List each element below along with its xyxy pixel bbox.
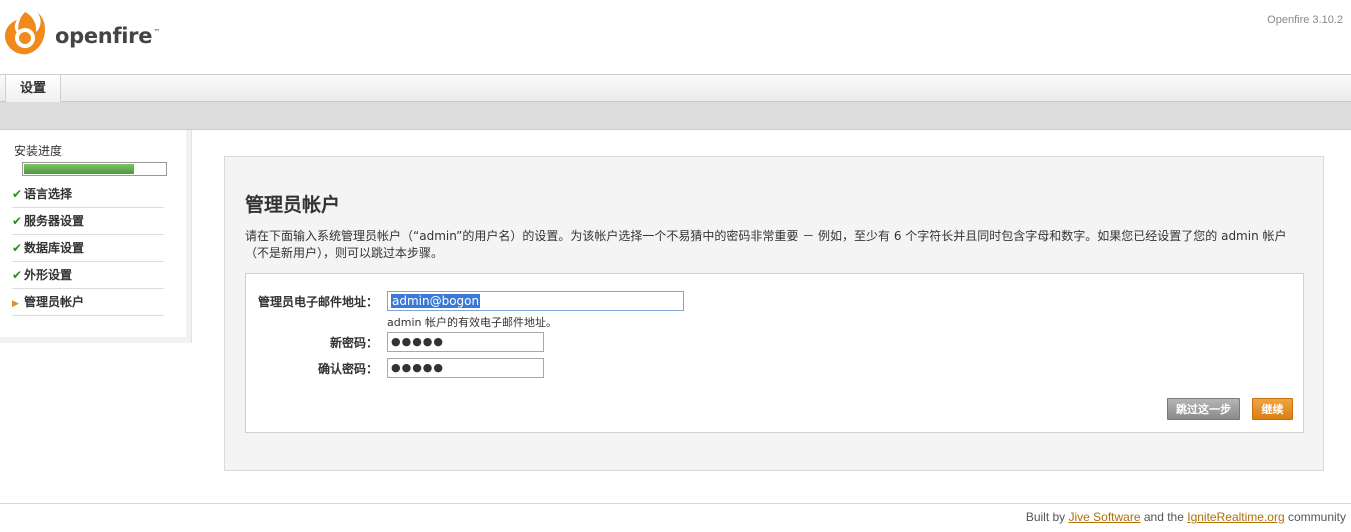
tab-settings[interactable]: 设置 [5, 75, 61, 102]
install-progress-fill [24, 164, 134, 174]
footer: Built by Jive Software and the IgniteRea… [1026, 510, 1346, 524]
subnav-band [0, 102, 1351, 130]
version-label: Openfire 3.10.2 [1267, 14, 1343, 26]
brand-name: openfire™ [55, 24, 160, 48]
new-password-label: 新密码： [329, 336, 378, 350]
step-database[interactable]: ✔ 数据库设置 [12, 235, 164, 262]
footer-middle: and the [1140, 510, 1188, 524]
continue-button[interactable]: 继续 [1252, 398, 1293, 420]
header: openfire™ Openfire 3.10.2 [0, 0, 1351, 74]
current-step-arrow-icon: ▶ [12, 299, 19, 309]
step-appearance[interactable]: ✔ 外形设置 [12, 262, 164, 289]
progress-label: 安装进度 [14, 144, 63, 158]
email-value: admin@bogon [391, 294, 481, 308]
confirm-password-field[interactable]: ●●●●● [387, 358, 544, 378]
tab-bar: 设置 [0, 74, 1351, 102]
step-label: 管理员帐户 [24, 295, 85, 309]
jive-software-link[interactable]: Jive Software [1069, 510, 1141, 524]
igniterealtime-link[interactable]: IgniteRealtime.org [1187, 510, 1284, 524]
openfire-flame-logo-icon [3, 6, 47, 58]
email-hint: admin 帐户的有效电子邮件地址。 [387, 316, 557, 329]
step-label: 数据库设置 [24, 241, 85, 255]
page-title: 管理员帐户 [245, 194, 341, 216]
install-progress-bar [22, 162, 167, 176]
footer-prefix: Built by [1025, 510, 1069, 524]
step-language[interactable]: ✔ 语言选择 [12, 181, 164, 208]
step-server[interactable]: ✔ 服务器设置 [12, 208, 164, 235]
new-password-field[interactable]: ●●●●● [387, 332, 544, 352]
admin-account-form: 管理员电子邮件地址： admin@bogon admin 帐户的有效电子邮件地址… [245, 273, 1304, 433]
checkmark-icon: ✔ [12, 214, 23, 228]
step-label: 外形设置 [24, 268, 73, 282]
footer-suffix: community [1284, 510, 1346, 524]
sidebar-panel: 安装进度 ✔ 语言选择 ✔ 服务器设置 ✔ 数据库设置 ✔ 外形设置 ▶ 管理员帐户 [0, 130, 186, 337]
sidebar: 安装进度 ✔ 语言选择 ✔ 服务器设置 ✔ 数据库设置 ✔ 外形设置 ▶ 管理员帐户 [0, 130, 192, 343]
step-label: 语言选择 [24, 187, 73, 201]
skip-button[interactable]: 跳过这一步 [1167, 398, 1240, 420]
checkmark-icon: ✔ [12, 241, 23, 255]
checkmark-icon: ✔ [12, 268, 23, 282]
email-field[interactable]: admin@bogon [387, 291, 684, 311]
step-label: 服务器设置 [24, 214, 85, 228]
confirm-password-label: 确认密码： [317, 362, 378, 376]
main-panel: 管理员帐户 请在下面输入系统管理员帐户（“admin”的用户名）的设置。为该帐户… [224, 156, 1324, 471]
email-label: 管理员电子邮件地址： [257, 295, 378, 309]
checkmark-icon: ✔ [12, 187, 23, 201]
step-admin-account[interactable]: ▶ 管理员帐户 [12, 289, 164, 316]
page-description: 请在下面输入系统管理员帐户（“admin”的用户名）的设置。为该帐户选择一个不易… [245, 229, 1287, 260]
footer-divider [0, 503, 1351, 504]
